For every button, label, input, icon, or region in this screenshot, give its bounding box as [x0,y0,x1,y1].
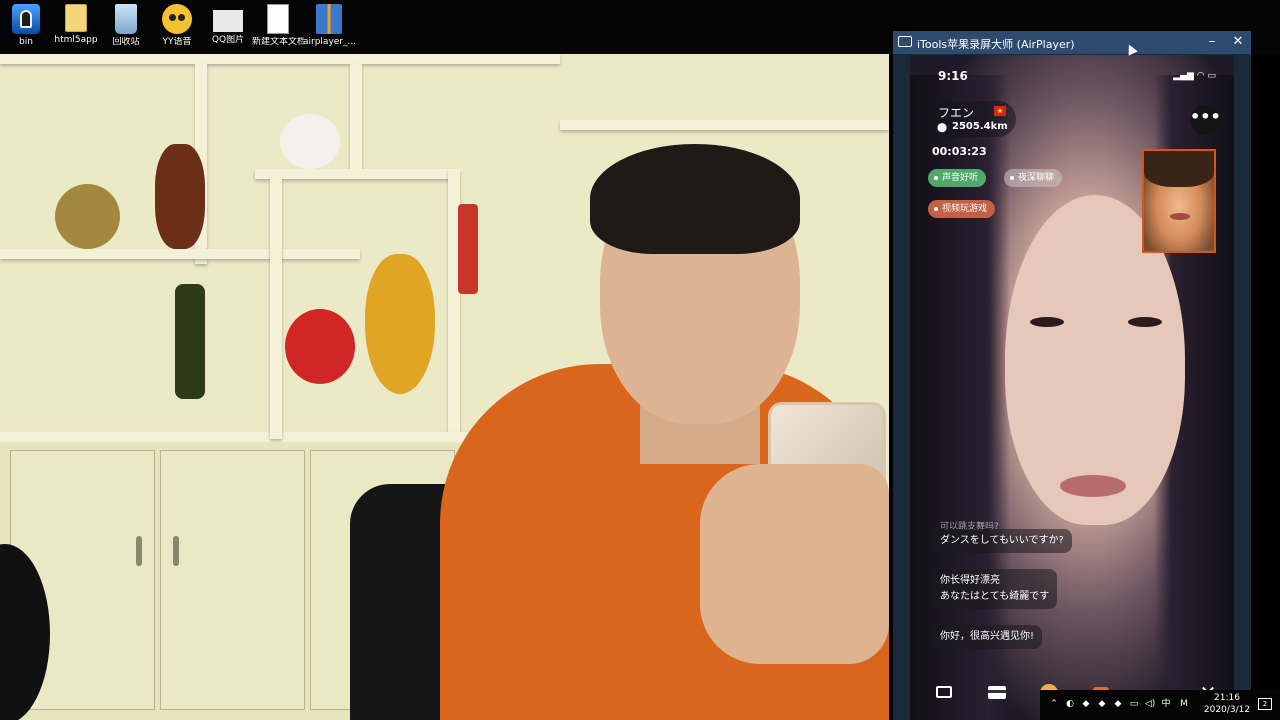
screen-cast-icon [898,36,912,47]
card-button[interactable] [986,683,1010,703]
tray-app-icon[interactable]: ◆ [1096,698,1108,710]
video-eye [1128,317,1162,327]
decor-gourd [365,254,435,394]
shelf-board [350,64,362,174]
taskbar-clock[interactable]: 21:16 2020/3/12 [1197,692,1257,716]
desktop-icon-qq-image[interactable]: QQ图片 [202,4,254,52]
chat-line: 你好，很高兴遇见你! [940,631,1035,642]
decor-lucky-cat [280,114,340,169]
app-icon [12,4,40,34]
location-pin-icon: ⬤ [937,123,948,133]
close-button[interactable]: ✕ [1228,33,1248,51]
desktop-icon-recycle-bin[interactable]: 回收站 [100,4,152,52]
chat-line: 你长得好漂亮 [940,575,1000,586]
chat-line: ダンスをしてもいいですか? [940,535,1064,546]
notification-icon[interactable]: 2 [1258,698,1272,710]
video-lips [1060,475,1126,497]
network-icon[interactable]: ▭ [1128,698,1140,710]
volume-icon[interactable]: ◁) [1144,698,1156,710]
interest-tag: 声音好听 [928,169,987,187]
more-options-button[interactable]: ••• [1190,105,1221,135]
chat-message: 你长得好漂亮 あなたはとても綺麗です [932,569,1058,609]
decor-red-ornament [285,309,355,384]
minimize-button[interactable]: – [1202,33,1222,51]
desktop-icon-yy[interactable]: YY语音 [151,4,203,52]
decor-ornament [55,184,120,249]
taskbar-tray: ⌃ ◐ ◆ ◆ ◆ ▭ ◁) 中 M 21:16 2020/3/12 2 [1040,690,1280,720]
caller-info[interactable]: フエン ★ ⬤ 2505.4km [924,101,1016,137]
airplayer-window: iTools苹果录屏大师 (AirPlayer) – ✕ 9:16 ▂▄▆ ◠ … [893,31,1251,720]
yy-voice-icon [162,4,192,34]
desktop-icon-label: QQ图片 [211,35,245,45]
webcam-feed [0,54,889,720]
desktop-icon-label: bin [19,37,33,47]
window-titlebar[interactable]: iTools苹果录屏大师 (AirPlayer) – ✕ [893,31,1251,54]
ime-mode-indicator[interactable]: M [1178,698,1190,710]
tray-app-icon[interactable]: ◆ [1112,698,1124,710]
folder-icon [65,4,87,32]
shelf-board [255,169,455,179]
archive-icon [316,4,342,34]
desktop-icon-label: YY语音 [162,37,192,47]
shelf-board [0,54,560,64]
window-title: iTools苹果录屏大师 (AirPlayer) [917,38,1075,51]
preview-lips [1170,213,1190,220]
chevron-up-icon[interactable]: ⌃ [1048,698,1060,710]
shelf-board [270,179,282,439]
status-time: 9:16 [938,69,968,83]
vietnam-flag-icon: ★ [994,106,1006,116]
tray-app-icon[interactable]: ◆ [1080,698,1092,710]
cabinet-door [160,450,305,710]
photo-button[interactable] [934,683,958,703]
phone-status-bar: 9:16 ▂▄▆ ◠ ▭ [910,55,1234,95]
video-eye [1030,317,1064,327]
decor-bottle [175,284,205,399]
shelf-board [0,249,360,259]
image-file-icon [213,10,243,32]
caller-name: フエン [938,106,975,120]
desktop-icon-label: airplayer_... [303,37,355,47]
desktop-icon-label: 新建文本文档 [252,37,304,47]
tray-app-icon[interactable]: ◐ [1064,698,1076,710]
person-hand [700,464,889,664]
person-hair [590,144,800,254]
desktop-icon-bin[interactable]: bin [0,4,52,52]
text-document-icon [267,4,289,34]
ime-indicator[interactable]: 中 [1160,698,1172,710]
chat-message: ダンスをしてもいいですか? [932,529,1072,553]
caller-distance: 2505.4km [952,121,1008,132]
desktop-icon-label: html5app [54,35,98,45]
recycle-bin-icon [115,4,137,34]
shelf-board [560,120,889,130]
desktop-icon-airplayer[interactable]: airplayer_... [303,4,355,52]
decor-candle [458,204,478,294]
decor-violin [155,144,205,249]
interest-tag: 夜深聊聊 [1004,169,1063,187]
chat-line: あなたはとても綺麗です [940,591,1050,602]
preview-hair [1144,151,1214,187]
clock-date: 2020/3/12 [1203,705,1251,715]
chat-message: 你好，很高兴遇见你! [932,625,1043,649]
interest-tag: 视频玩游戏 [928,200,996,218]
desktop-icon-label: 回收站 [112,37,140,47]
mirrored-phone-screen: 9:16 ▂▄▆ ◠ ▭ フエン ★ ⬤ 2505.4km ••• 00:03:… [910,55,1234,720]
desktop-icon-html5app[interactable]: html5app [50,4,102,52]
clock-time: 21:16 [1214,693,1240,703]
self-preview-video[interactable] [1142,149,1216,253]
signal-wifi-battery-icon: ▂▄▆ ◠ ▭ [1173,71,1216,81]
call-timer: 00:03:23 [932,145,987,158]
desktop-icon-text-doc[interactable]: 新建文本文档 [252,4,304,52]
